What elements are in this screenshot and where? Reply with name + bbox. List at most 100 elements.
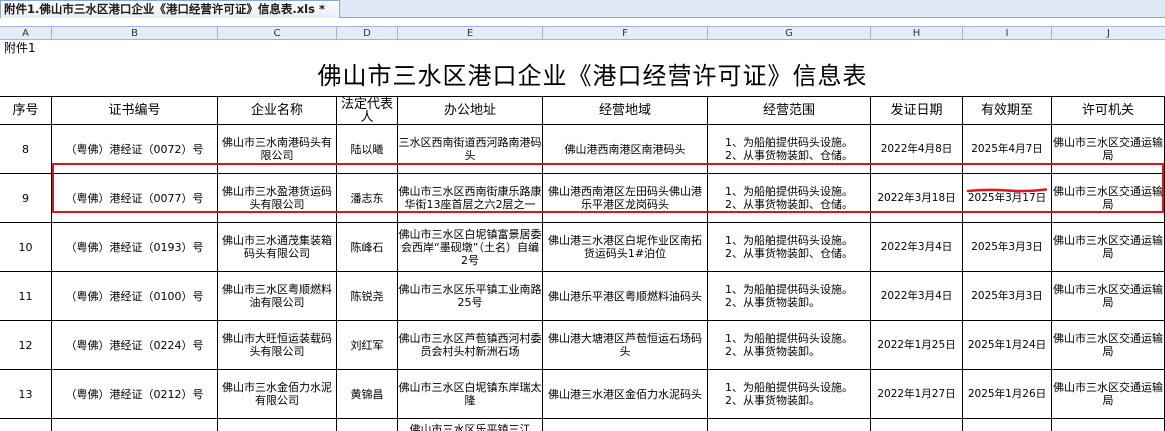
cell-partial-row-number[interactable] [0,419,52,431]
cell-issue-date[interactable]: 2022年1月25日 [871,321,963,370]
column-header-i[interactable]: I [963,27,1052,40]
cell-row-number[interactable]: 12 [0,321,52,370]
cell-partial-issue-date[interactable] [871,419,963,431]
header-office-address[interactable]: 办公地址 [398,97,543,125]
column-header-g[interactable]: G [708,27,871,40]
cell-row-number[interactable]: 10 [0,223,52,272]
cell-business-area[interactable]: 佛山港三水港区白坭作业区南拓货运码头1#泊位 [543,223,708,272]
sheet-title[interactable]: 佛山市三水区港口企业《港口经营许可证》信息表 [0,56,1165,96]
cell-legal-representative[interactable]: 黄锦昌 [337,370,398,419]
cell-expiry-date[interactable]: 2025年3月17日 [963,174,1052,223]
cell-certificate-number[interactable]: （粤佛）港经证（0193）号 [52,223,218,272]
cell-office-address[interactable]: 佛山市三水区白坭镇富景居委会西岸“墨砚墩”（土名）自编2号 [398,223,543,272]
cell-certificate-number[interactable]: （粤佛）港经证（0212）号 [52,370,218,419]
cell-issue-date[interactable]: 2022年3月18日 [871,174,963,223]
header-licensing-authority[interactable]: 许可机关 [1052,97,1165,125]
column-header-b[interactable]: B [52,27,218,40]
cell-row-number[interactable]: 11 [0,272,52,321]
cell-business-scope[interactable]: 1、为船舶提供码头设施。 2、从事货物装卸、仓储。 [708,174,871,223]
annex-label[interactable]: 附件1 [4,40,36,56]
header-business-scope[interactable]: 经营范围 [708,97,871,125]
cell-company-name[interactable]: 佛山市三水通茂集装箱码头有限公司 [218,223,337,272]
cell-office-address[interactable]: 三水区西南街道西河路南港码头 [398,125,543,174]
column-header-c[interactable]: C [218,27,337,40]
cell-company-name[interactable]: 佛山市三水区粤顺燃料油有限公司 [218,272,337,321]
cell-licensing-authority[interactable]: 佛山市三水区交通运输局 [1052,174,1165,223]
header-certificate-number[interactable]: 证书编号 [52,97,218,125]
cell-partial-certificate-number[interactable] [52,419,218,431]
header-business-area[interactable]: 经营地域 [543,97,708,125]
cell-row-number[interactable]: 9 [0,174,52,223]
cell-expiry-date[interactable]: 2025年3月3日 [963,272,1052,321]
cell-licensing-authority[interactable]: 佛山市三水区交通运输局 [1052,223,1165,272]
cell-business-scope[interactable]: 1、为船舶提供码头设施。 2、从事货物装卸。 [708,370,871,419]
cell-issue-date[interactable]: 2022年4月8日 [871,125,963,174]
cell-partial-expiry-date[interactable] [963,419,1052,431]
cell-expiry-date[interactable]: 2025年4月7日 [963,125,1052,174]
cell-partial-licensing-authority[interactable] [1052,419,1165,431]
scope-line-1: 1、为船舶提供码头设施。 [725,136,853,149]
cell-issue-date[interactable]: 2022年1月27日 [871,370,963,419]
cell-office-address[interactable]: 佛山市三水区白坭镇东岸瑞太隆 [398,370,543,419]
cell-legal-representative[interactable]: 陆以曦 [337,125,398,174]
cell-business-scope[interactable]: 1、为船舶提供码头设施。 2、从事货物装卸。 [708,272,871,321]
cell-business-scope[interactable]: 1、为船舶提供码头设施。 2、从事货物装卸、仓储。 [708,223,871,272]
header-legal-representative[interactable]: 法定代表人 [337,97,398,125]
cell-partial-business-scope[interactable] [708,419,871,431]
cell-expiry-date[interactable]: 2025年1月24日 [963,321,1052,370]
cell-licensing-authority[interactable]: 佛山市三水区交通运输局 [1052,125,1165,174]
column-header-f[interactable]: F [543,27,708,40]
column-header-d[interactable]: D [337,27,398,40]
scope-line-2: 2、从事货物装卸。 [725,394,820,407]
spreadsheet-grid: 附件1 佛山市三水区港口企业《港口经营许可证》信息表 序号 证书编号 企业名称 法定代… [0,40,1165,431]
scope-line-2: 2、从事货物装卸。 [725,345,820,358]
cell-legal-representative[interactable]: 陈峰石 [337,223,398,272]
cell-company-name[interactable]: 佛山市三水盈港货运码头有限公司 [218,174,337,223]
header-row-number[interactable]: 序号 [0,97,52,125]
cell-office-address[interactable]: 佛山市三水区乐平镇工业南路25号 [398,272,543,321]
cell-business-area[interactable]: 佛山港乐平港区粤顺燃料油码头 [543,272,708,321]
file-tab[interactable]: 附件1.佛山市三水区港口企业《港口经营许可证》信息表.xls * [0,0,340,18]
cell-company-name[interactable]: 佛山市大旺恒运装载码头有限公司 [218,321,337,370]
header-issue-date[interactable]: 发证日期 [871,97,963,125]
handwritten-underline [967,188,1047,193]
cell-business-scope[interactable]: 1、为船舶提供码头设施。 2、从事货物装卸。 [708,321,871,370]
cell-office-address[interactable]: 佛山市三水区西南街康乐路康华街13座首层之六2层之一 [398,174,543,223]
header-company-name[interactable]: 企业名称 [218,97,337,125]
column-header-e[interactable]: E [398,27,543,40]
cell-certificate-number[interactable]: （粤佛）港经证（0100）号 [52,272,218,321]
cell-issue-date[interactable]: 2022年3月4日 [871,223,963,272]
cell-certificate-number[interactable]: （粤佛）港经证（0072）号 [52,125,218,174]
cell-partial-company-name[interactable] [218,419,337,431]
cell-licensing-authority[interactable]: 佛山市三水区交通运输局 [1052,321,1165,370]
cell-business-area[interactable]: 佛山港大塘港区芦苞恒运石场码头 [543,321,708,370]
cell-legal-representative[interactable]: 陈锐尧 [337,272,398,321]
cell-row-number[interactable]: 8 [0,125,52,174]
column-header-a[interactable]: A [0,27,52,40]
cell-expiry-date[interactable]: 2025年3月3日 [963,223,1052,272]
cell-legal-representative[interactable]: 刘红军 [337,321,398,370]
cell-row-number[interactable]: 13 [0,370,52,419]
cell-issue-date[interactable]: 2022年3月4日 [871,272,963,321]
column-header-j[interactable]: J [1052,27,1165,40]
scope-line-2: 2、从事货物装卸、仓储。 [725,198,853,211]
cell-expiry-date[interactable]: 2025年1月26日 [963,370,1052,419]
cell-office-address[interactable]: 佛山市三水区芦苞镇西河村委员会村头村新洲石场 [398,321,543,370]
cell-certificate-number[interactable]: （粤佛）港经证（0224）号 [52,321,218,370]
cell-certificate-number[interactable]: （粤佛）港经证（0077）号 [52,174,218,223]
cell-business-area[interactable]: 佛山港三水港区金佰力水泥码头 [543,370,708,419]
scope-line-1: 1、为船舶提供码头设施。 [725,381,853,394]
cell-company-name[interactable]: 佛山市三水金佰力水泥有限公司 [218,370,337,419]
cell-licensing-authority[interactable]: 佛山市三水区交通运输局 [1052,272,1165,321]
cell-legal-representative[interactable]: 潘志东 [337,174,398,223]
cell-licensing-authority[interactable]: 佛山市三水区交通运输局 [1052,370,1165,419]
cell-partial-legal-representative[interactable] [337,419,398,431]
cell-partial-office-address[interactable]: 佛山市三水区乐平镇三江 [398,419,543,431]
cell-business-area[interactable]: 佛山港西南港区南港码头 [543,125,708,174]
cell-partial-business-area[interactable] [543,419,708,431]
column-header-h[interactable]: H [871,27,963,40]
cell-business-scope[interactable]: 1、为船舶提供码头设施。 2、从事货物装卸、仓储。 [708,125,871,174]
cell-company-name[interactable]: 佛山市三水南港码头有限公司 [218,125,337,174]
header-expiry-date[interactable]: 有效期至 [963,97,1052,125]
cell-business-area[interactable]: 佛山港西南港区左田码头佛山港乐平港区龙岗码头 [543,174,708,223]
